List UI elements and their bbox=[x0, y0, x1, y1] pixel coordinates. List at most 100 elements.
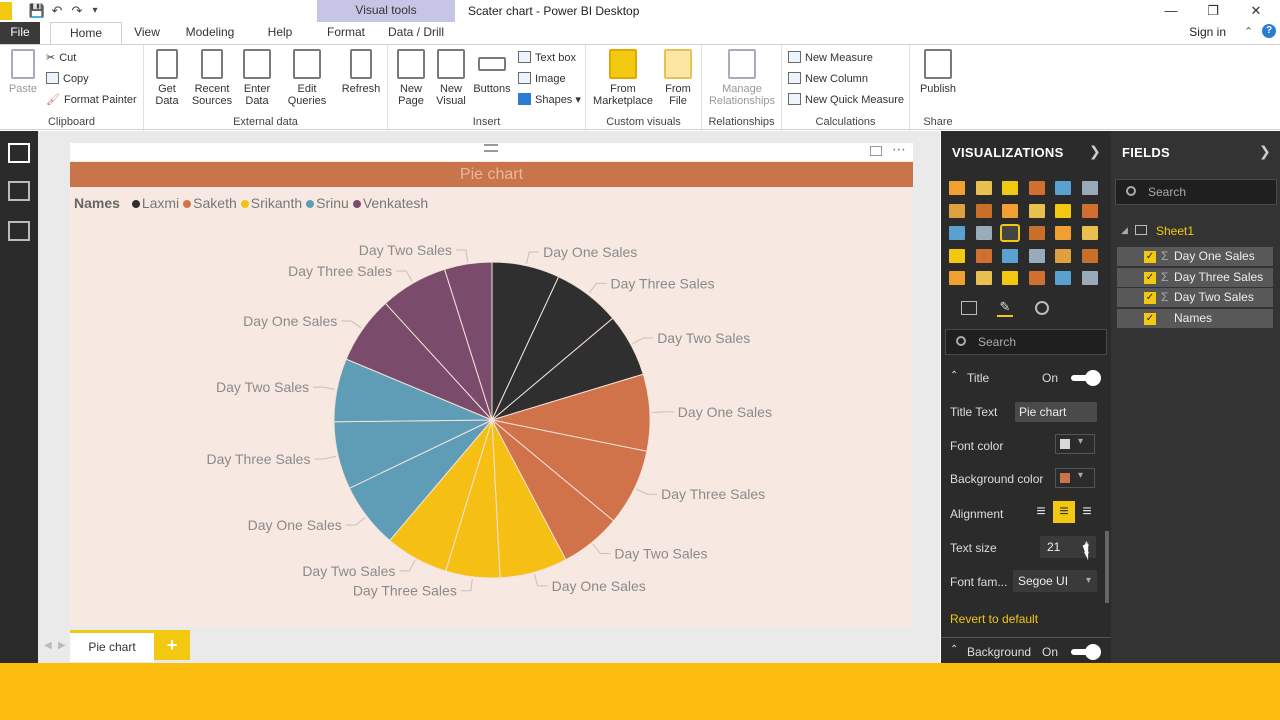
report-view-icon[interactable] bbox=[8, 143, 30, 163]
recent-sources-button[interactable]: Recent Sources bbox=[188, 49, 236, 107]
new-quick-measure-button[interactable]: New Quick Measure bbox=[788, 91, 904, 109]
title-section-chevron-icon[interactable]: ⌃ bbox=[950, 370, 958, 381]
add-page-button[interactable]: + bbox=[154, 630, 190, 660]
title-toggle[interactable] bbox=[1071, 370, 1101, 386]
fields-search-input[interactable]: Search bbox=[1115, 179, 1277, 205]
tab-view[interactable]: View bbox=[126, 22, 168, 44]
visual-type-icon[interactable] bbox=[949, 248, 965, 263]
visual-type-icon[interactable] bbox=[1055, 181, 1071, 195]
pie-chart-type-icon[interactable] bbox=[1000, 224, 1020, 242]
from-marketplace-button[interactable]: From Marketplace bbox=[592, 49, 654, 107]
from-file-button[interactable]: From File bbox=[658, 49, 698, 107]
paste-button[interactable]: Paste bbox=[6, 49, 40, 95]
checkbox-checked-icon[interactable]: ✓ bbox=[1144, 292, 1156, 304]
align-left-icon[interactable]: ≡ bbox=[1032, 502, 1050, 522]
format-painter-button[interactable]: 🖌 Format Painter bbox=[46, 91, 137, 109]
data-view-icon[interactable] bbox=[8, 181, 30, 201]
format-search-input[interactable]: Search bbox=[945, 329, 1107, 355]
redo-icon[interactable]: ↷ bbox=[68, 2, 86, 20]
new-column-button[interactable]: New Column bbox=[788, 70, 868, 88]
visual-type-icon[interactable] bbox=[1028, 248, 1045, 263]
visual-type-icon[interactable] bbox=[1002, 181, 1018, 195]
align-right-icon[interactable]: ≡ bbox=[1078, 502, 1096, 522]
restore-icon[interactable]: ❐ bbox=[1198, 1, 1228, 21]
sign-in-link[interactable]: Sign in bbox=[1189, 25, 1226, 39]
font-family-dropdown[interactable]: Segoe UI ▾ bbox=[1013, 570, 1097, 592]
field-day-one-sales[interactable]: ✓ Σ Day One Sales bbox=[1117, 247, 1273, 266]
visual-type-icon[interactable] bbox=[1002, 248, 1018, 263]
revert-to-default-link[interactable]: Revert to default bbox=[950, 612, 1038, 626]
collapse-ribbon-icon[interactable]: ⌃ bbox=[1244, 25, 1253, 38]
visual-type-icon[interactable] bbox=[1081, 248, 1098, 263]
format-paint-roller-icon[interactable]: ✎ bbox=[997, 299, 1013, 317]
visual-type-icon[interactable] bbox=[975, 271, 992, 285]
visual-type-icon[interactable] bbox=[949, 203, 965, 218]
text-box-button[interactable]: Text box bbox=[518, 49, 576, 67]
visual-type-icon[interactable] bbox=[1055, 226, 1071, 240]
visual-type-icon[interactable] bbox=[1055, 203, 1071, 218]
new-visual-button[interactable]: New Visual bbox=[432, 49, 470, 107]
collapse-visualizations-icon[interactable]: ❯ bbox=[1089, 143, 1101, 160]
tab-modeling[interactable]: Modeling bbox=[178, 22, 242, 44]
tab-home[interactable]: Home bbox=[50, 22, 122, 45]
shapes-button[interactable]: Shapes ▾ bbox=[518, 91, 581, 109]
visual-type-icon[interactable] bbox=[1028, 203, 1045, 218]
visual-type-icon[interactable] bbox=[1081, 181, 1098, 195]
visual-type-icon[interactable] bbox=[1002, 203, 1018, 218]
next-page-icon[interactable]: ▶ bbox=[58, 640, 66, 651]
visual-type-icon[interactable] bbox=[949, 181, 965, 195]
new-measure-button[interactable]: New Measure bbox=[788, 49, 873, 67]
visual-type-icon[interactable] bbox=[975, 203, 992, 218]
fields-tab-icon[interactable] bbox=[961, 301, 977, 315]
visual-type-icon[interactable] bbox=[1081, 271, 1098, 285]
visual-type-icon[interactable] bbox=[1055, 271, 1071, 285]
buttons-button[interactable]: Buttons bbox=[472, 49, 512, 95]
tab-format[interactable]: Format bbox=[318, 22, 374, 44]
close-icon[interactable]: ✕ bbox=[1241, 1, 1271, 21]
background-toggle[interactable] bbox=[1071, 644, 1101, 660]
visual-type-icon[interactable] bbox=[975, 248, 992, 263]
get-data-button[interactable]: Get Data bbox=[148, 49, 186, 107]
analytics-magnifier-icon[interactable] bbox=[1035, 301, 1049, 315]
model-view-icon[interactable] bbox=[8, 221, 30, 241]
refresh-button[interactable]: Refresh bbox=[338, 49, 384, 95]
image-button[interactable]: Image bbox=[518, 70, 566, 88]
cut-button[interactable]: ✂ Cut bbox=[46, 49, 76, 67]
background-section-chevron-icon[interactable]: ⌃ bbox=[950, 644, 958, 655]
visual-type-icon[interactable] bbox=[1028, 271, 1045, 285]
tab-help[interactable]: Help bbox=[256, 22, 304, 44]
background-color-picker[interactable]: ▾ bbox=[1055, 468, 1095, 488]
minimize-icon[interactable]: — bbox=[1156, 1, 1186, 21]
table-name-sheet1[interactable]: Sheet1 bbox=[1156, 224, 1194, 238]
title-text-input[interactable]: Pie chart bbox=[1015, 402, 1097, 422]
visual-type-icon[interactable] bbox=[1002, 271, 1018, 285]
field-names[interactable]: ✓ Names bbox=[1117, 309, 1273, 328]
tab-data-drill[interactable]: Data / Drill bbox=[382, 22, 450, 44]
page-tab-pie-chart[interactable]: Pie chart bbox=[70, 630, 154, 662]
visual-type-icon[interactable] bbox=[1081, 226, 1098, 240]
visual-type-icon[interactable] bbox=[949, 226, 965, 240]
font-color-picker[interactable]: ▾ bbox=[1055, 434, 1095, 454]
align-center-icon[interactable]: ≡ bbox=[1053, 501, 1075, 523]
focus-mode-icon[interactable] bbox=[870, 146, 882, 156]
checkbox-checked-icon[interactable]: ✓ bbox=[1144, 313, 1156, 325]
undo-icon[interactable]: ↶ bbox=[48, 2, 66, 20]
manage-relationships-button[interactable]: Manage Relationships bbox=[706, 49, 778, 107]
more-options-icon[interactable]: ⋯ bbox=[892, 141, 906, 158]
field-day-three-sales[interactable]: ✓ Σ Day Three Sales bbox=[1117, 268, 1273, 287]
drag-handle-icon[interactable] bbox=[484, 144, 498, 152]
visual-type-icon[interactable] bbox=[975, 181, 992, 195]
prev-page-icon[interactable]: ◀ bbox=[44, 640, 52, 651]
checkbox-checked-icon[interactable]: ✓ bbox=[1144, 272, 1156, 284]
checkbox-checked-icon[interactable]: ✓ bbox=[1144, 251, 1156, 263]
copy-button[interactable]: Copy bbox=[46, 70, 89, 88]
edit-queries-button[interactable]: Edit Queries bbox=[282, 49, 332, 107]
pane-scrollbar[interactable] bbox=[1105, 531, 1109, 603]
collapse-fields-icon[interactable]: ❯ bbox=[1259, 143, 1271, 160]
visual-type-icon[interactable] bbox=[975, 226, 992, 240]
new-page-button[interactable]: New Page bbox=[392, 49, 430, 107]
enter-data-button[interactable]: Enter Data bbox=[238, 49, 276, 107]
pie-chart[interactable]: Day One Sales Day Three Sales Day Two Sale… bbox=[70, 187, 913, 626]
save-icon[interactable]: 💾 bbox=[28, 2, 46, 20]
help-icon[interactable]: ? bbox=[1262, 24, 1276, 38]
